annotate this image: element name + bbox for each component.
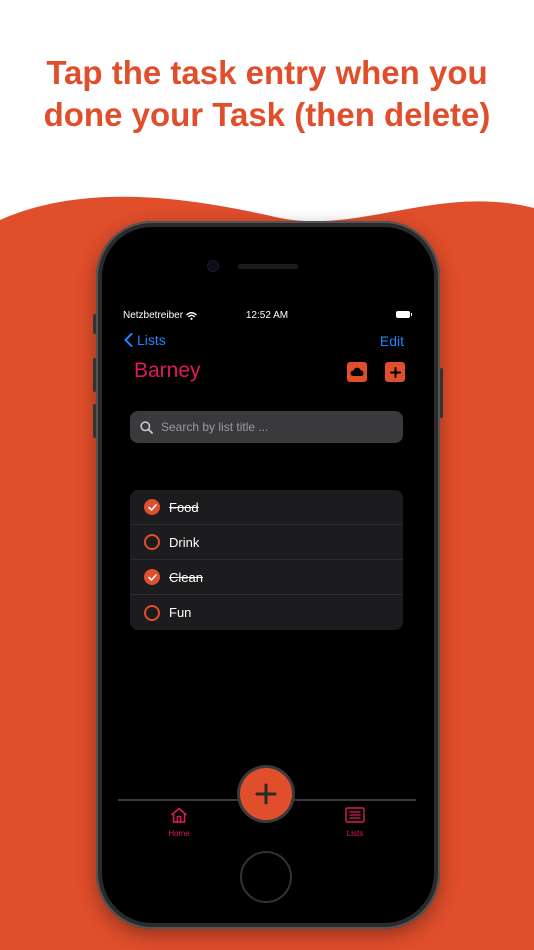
task-label: Clean — [169, 569, 203, 585]
cloud-sync-button[interactable] — [347, 362, 367, 382]
front-camera — [208, 261, 218, 271]
plus-icon — [389, 366, 401, 378]
headline-line-2: done your Task (then delete) — [43, 96, 491, 133]
task-row-drink[interactable]: Drink — [130, 525, 403, 560]
tab-home[interactable]: Home — [149, 807, 209, 838]
chevron-left-icon — [124, 333, 133, 347]
search-icon — [140, 420, 153, 434]
add-task-fab[interactable] — [240, 768, 292, 820]
tab-home-label: Home — [168, 829, 190, 838]
phone-volume-down — [93, 404, 96, 438]
marketing-headline: Tap the task entry when you done your Ta… — [0, 52, 534, 136]
house-icon — [171, 807, 187, 823]
circle-icon[interactable] — [144, 534, 160, 550]
battery-icon — [396, 311, 412, 318]
earpiece-speaker — [238, 264, 298, 269]
phone-volume-up — [93, 358, 96, 392]
task-label: Drink — [169, 534, 200, 550]
status-time: 12:52 AM — [245, 310, 289, 321]
tab-lists-label: Lists — [346, 829, 364, 838]
back-label: Lists — [137, 332, 166, 348]
list-title: Barney — [134, 359, 201, 382]
task-list: Food Drink Clean Fun — [130, 490, 403, 630]
app-screen: Netzbetreiber 12:52 AM Lists Edit Barney — [118, 306, 416, 841]
search-input[interactable] — [159, 419, 393, 435]
back-to-lists-button[interactable]: Lists — [124, 332, 166, 348]
phone-home-button[interactable] — [240, 851, 292, 903]
plus-icon — [255, 783, 277, 805]
circle-icon[interactable] — [144, 604, 160, 621]
task-label: Food — [169, 499, 199, 515]
phone-power-button — [440, 368, 443, 418]
add-task-button[interactable] — [385, 362, 405, 382]
edit-button[interactable]: Edit — [380, 333, 404, 349]
list-icon — [345, 807, 365, 823]
cloud-icon — [350, 367, 364, 376]
phone-mute-switch — [93, 314, 96, 334]
task-row-food[interactable]: Food — [130, 490, 403, 525]
checkmark-icon[interactable] — [144, 499, 160, 515]
checkmark-icon[interactable] — [144, 569, 160, 585]
headline-line-1: Tap the task entry when you — [46, 54, 488, 91]
tab-lists[interactable]: Lists — [325, 807, 385, 838]
task-row-clean[interactable]: Clean — [130, 560, 403, 595]
task-label: Fun — [169, 605, 192, 620]
status-bar: Netzbetreiber 12:52 AM — [118, 306, 416, 324]
task-row-fun[interactable]: Fun — [130, 595, 403, 630]
search-bar[interactable] — [130, 411, 403, 443]
